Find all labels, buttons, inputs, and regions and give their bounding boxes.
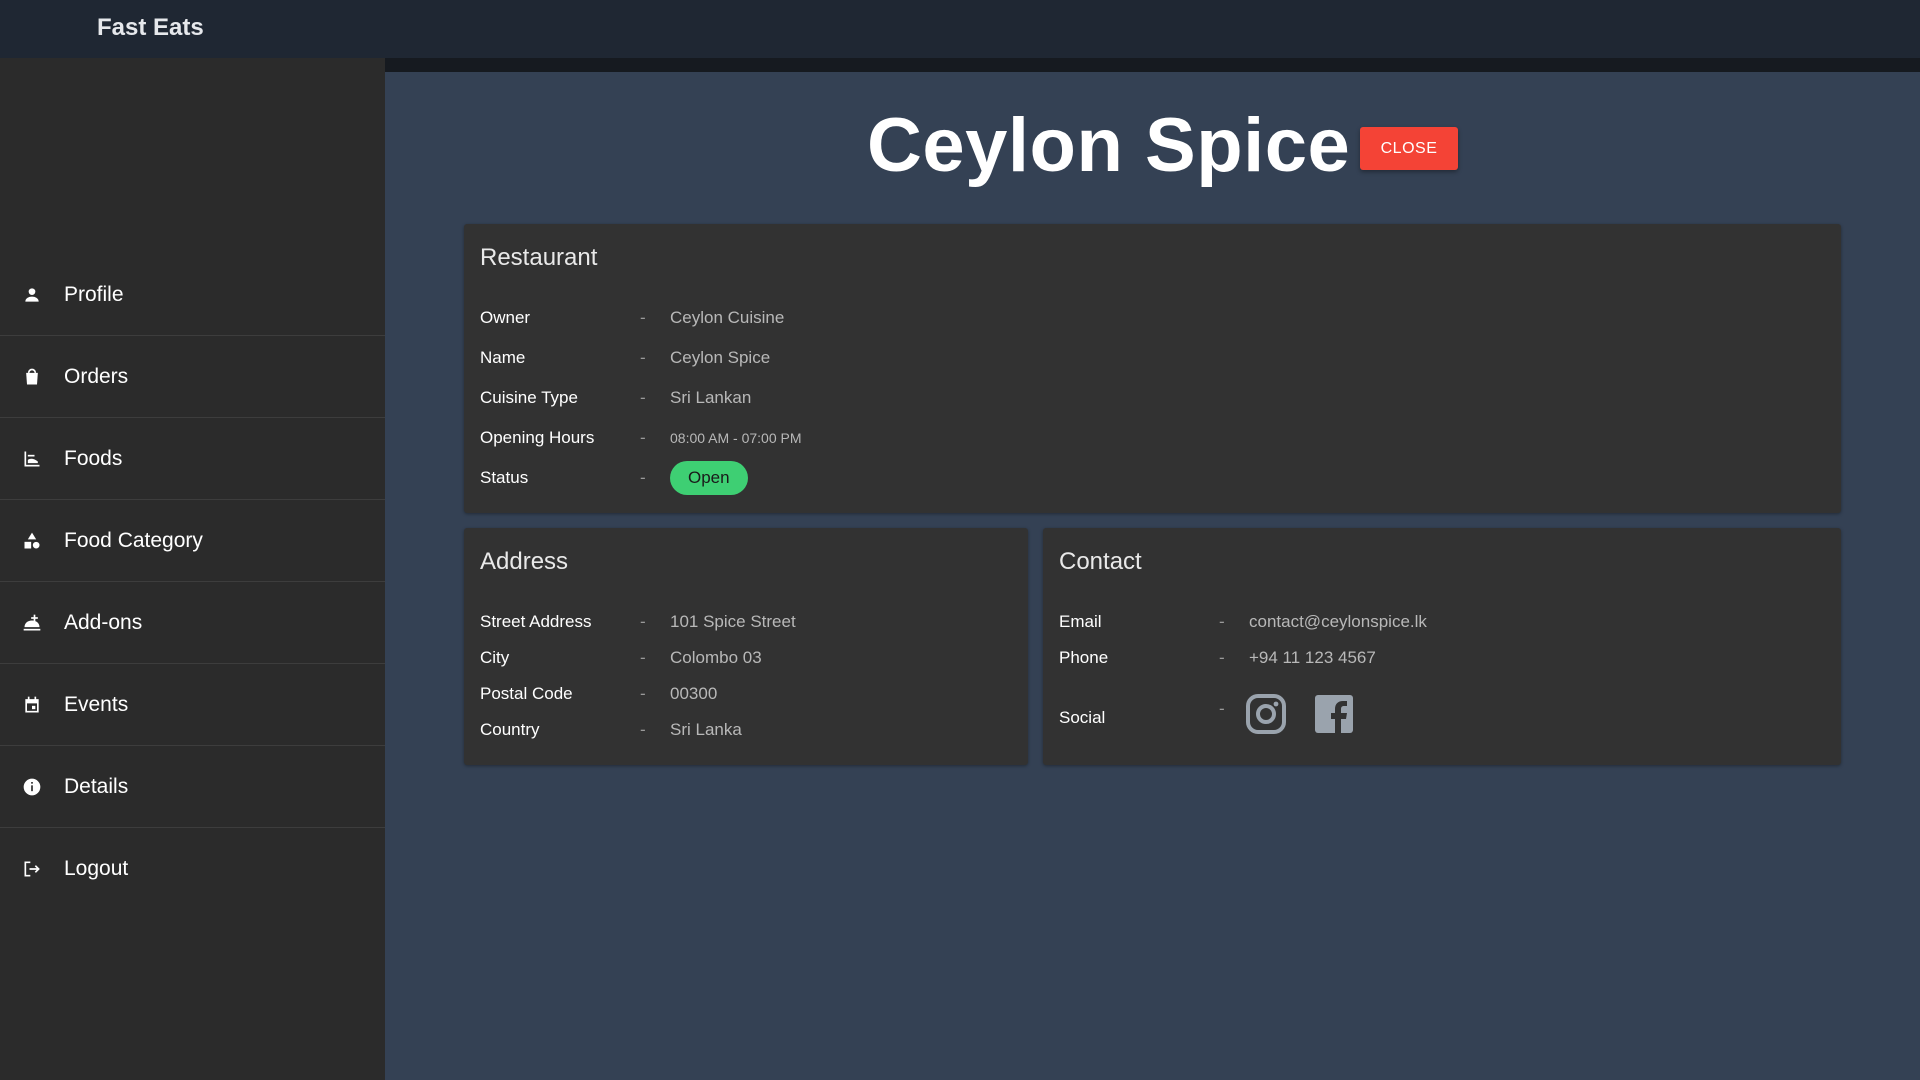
sidebar-item-foods[interactable]: Foods — [0, 418, 385, 500]
sidebar-item-profile[interactable]: Profile — [0, 254, 385, 336]
sidebar-item-label: Add-ons — [64, 610, 143, 634]
sidebar-item-label: Foods — [64, 446, 123, 470]
shopping-bag-icon — [22, 367, 42, 387]
email-value[interactable]: contact@ceylonspice.lk — [1249, 612, 1427, 632]
row-label: Cuisine Type — [480, 388, 578, 407]
row-label: Street Address — [480, 612, 592, 631]
top-app-bar: Fast Eats — [0, 0, 1920, 58]
row-value: Ceylon Cuisine — [670, 308, 785, 327]
logout-icon — [22, 859, 42, 879]
postal-code-row: Postal Code - 00300 — [480, 682, 717, 706]
sidebar-item-label: Logout — [64, 857, 129, 880]
card-title: Address — [480, 548, 569, 575]
row-separator: - — [640, 612, 646, 631]
row-separator: - — [1219, 612, 1225, 631]
sidebar-item-label: Details — [64, 774, 129, 798]
owner-row: Owner - Ceylon Cuisine — [480, 306, 784, 330]
email-row: Email - contact@ceylonspice.lk — [1059, 610, 1427, 634]
row-value: 00300 — [670, 684, 718, 703]
sidebar-item-label: Profile — [64, 282, 124, 306]
row-label: Social — [1059, 708, 1106, 727]
row-value: 08:00 AM - 07:00 PM — [670, 430, 802, 446]
facebook-icon[interactable] — [1313, 693, 1355, 735]
row-separator: - — [640, 388, 646, 407]
sidebar-item-events[interactable]: Events — [0, 664, 385, 746]
row-label: Postal Code — [480, 684, 573, 703]
close-button[interactable]: CLOSE — [1360, 127, 1458, 170]
row-separator: - — [640, 348, 646, 367]
row-value: Colombo 03 — [670, 648, 762, 667]
page-title: Ceylon Spice — [867, 103, 1351, 188]
app-brand: Fast Eats — [97, 14, 204, 41]
restaurant-card: Restaurant Owner - Ceylon Cuisine Name -… — [464, 224, 1841, 513]
main-content: Ceylon Spice CLOSE Restaurant Owner - Ce… — [385, 58, 1920, 1080]
sidebar-item-orders[interactable]: Orders — [0, 336, 385, 418]
sidebar-item-food-category[interactable]: Food Category — [0, 500, 385, 582]
row-value: Ceylon Spice — [670, 348, 771, 367]
calendar-icon — [22, 695, 42, 715]
card-title: Contact — [1059, 548, 1142, 575]
phone-value[interactable]: +94 11 123 4567 — [1249, 648, 1376, 668]
sidebar-item-add-ons[interactable]: Add-ons — [0, 582, 385, 664]
row-label: Status — [480, 468, 529, 487]
status-row: Status - Open — [480, 461, 748, 495]
sidebar-item-label: Food Category — [64, 528, 203, 552]
row-separator: - — [640, 684, 646, 703]
person-icon — [22, 285, 42, 305]
country-row: Country - Sri Lanka — [480, 718, 742, 742]
food-icon — [22, 449, 42, 469]
card-title: Restaurant — [480, 244, 598, 271]
row-value: Sri Lankan — [670, 388, 752, 407]
opening-hours-row: Opening Hours - 08:00 AM - 07:00 PM — [480, 426, 802, 450]
row-separator: - — [640, 308, 646, 327]
row-separator: - — [640, 468, 646, 487]
row-label: Owner — [480, 308, 531, 327]
sidebar-item-label: Orders — [64, 364, 129, 388]
name-row: Name - Ceylon Spice — [480, 346, 770, 370]
sidebar-item-details[interactable]: Details — [0, 746, 385, 828]
sidebar-item-label: Events — [64, 692, 129, 716]
row-label: Opening Hours — [480, 428, 595, 447]
street-address-row: Street Address - 101 Spice Street — [480, 610, 796, 634]
row-separator: - — [1219, 648, 1225, 667]
phone-row: Phone - +94 11 123 4567 — [1059, 646, 1376, 670]
addon-icon — [22, 613, 42, 633]
row-label: City — [480, 648, 510, 667]
instagram-icon[interactable] — [1245, 693, 1287, 735]
city-row: City - Colombo 03 — [480, 646, 762, 670]
cuisine-type-row: Cuisine Type - Sri Lankan — [480, 386, 751, 410]
row-label: Email — [1059, 612, 1102, 631]
row-separator: - — [640, 648, 646, 667]
row-separator: - — [640, 720, 646, 739]
row-label: Country — [480, 720, 540, 739]
row-label: Phone — [1059, 648, 1109, 667]
contact-card: Contact Email - contact@ceylonspice.lk P… — [1043, 528, 1841, 765]
address-card: Address Street Address - 101 Spice Stree… — [464, 528, 1028, 765]
row-value: 101 Spice Street — [670, 612, 796, 631]
social-links — [1245, 693, 1381, 735]
row-separator: - — [640, 428, 646, 447]
info-icon — [22, 777, 42, 797]
status-badge: Open — [670, 461, 748, 495]
main-top-strip — [385, 58, 1920, 72]
social-row: Social - — [1059, 684, 1381, 744]
row-separator: - — [1219, 699, 1225, 718]
sidebar: Profile Orders Foods Food Category Add-o… — [0, 58, 385, 1080]
sidebar-item-logout[interactable]: Logout — [0, 828, 385, 910]
category-icon — [22, 531, 42, 551]
sidebar-nav: Profile Orders Foods Food Category Add-o… — [0, 254, 385, 910]
row-value: Sri Lanka — [670, 720, 742, 739]
row-label: Name — [480, 348, 526, 367]
